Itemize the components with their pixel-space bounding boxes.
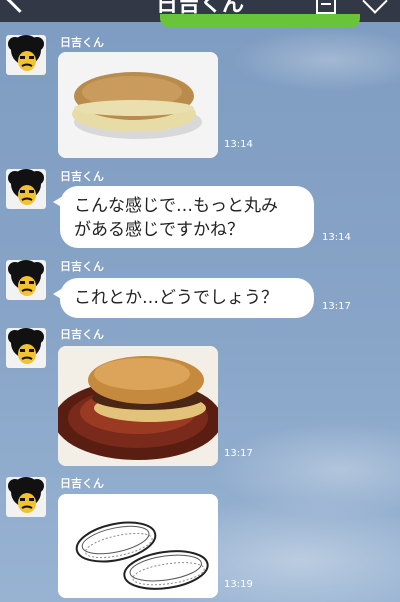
message-text-line: これとか…どうでしょう？ <box>74 288 278 308</box>
sender-name: 日吉くん <box>60 36 104 49</box>
message-text-line: がある感じですかね？ <box>74 220 244 240</box>
avatar[interactable] <box>6 169 46 209</box>
avatar[interactable] <box>6 35 46 75</box>
sender-name: 日吉くん <box>60 477 104 490</box>
sender-name: 日吉くん <box>60 260 104 273</box>
image-message-dorayaki[interactable] <box>58 52 218 158</box>
avatar[interactable] <box>6 477 46 517</box>
timestamp: 13:17 <box>322 301 351 312</box>
text-message-bubble[interactable]: こんな感じで…もっと丸み がある感じですかね？ <box>53 186 314 248</box>
timestamp: 13:19 <box>224 579 253 590</box>
avatar[interactable] <box>6 328 46 368</box>
timestamp: 13:17 <box>224 448 253 459</box>
message-text-line: こんな感じで…もっと丸み <box>74 196 278 216</box>
image-message-dorayaki-sketch[interactable] <box>58 494 218 598</box>
text-message-bubble[interactable]: これとか…どうでしょう？ <box>53 278 314 318</box>
timestamp: 13:14 <box>224 139 253 150</box>
note-icon[interactable] <box>316 0 336 14</box>
timestamp: 13:14 <box>322 232 351 243</box>
sender-name: 日吉くん <box>60 328 104 341</box>
call-status-bar[interactable] <box>160 14 360 28</box>
image-message-dorayaki-plate[interactable] <box>58 346 218 466</box>
avatar[interactable] <box>6 260 46 300</box>
sender-name: 日吉くん <box>60 170 104 183</box>
